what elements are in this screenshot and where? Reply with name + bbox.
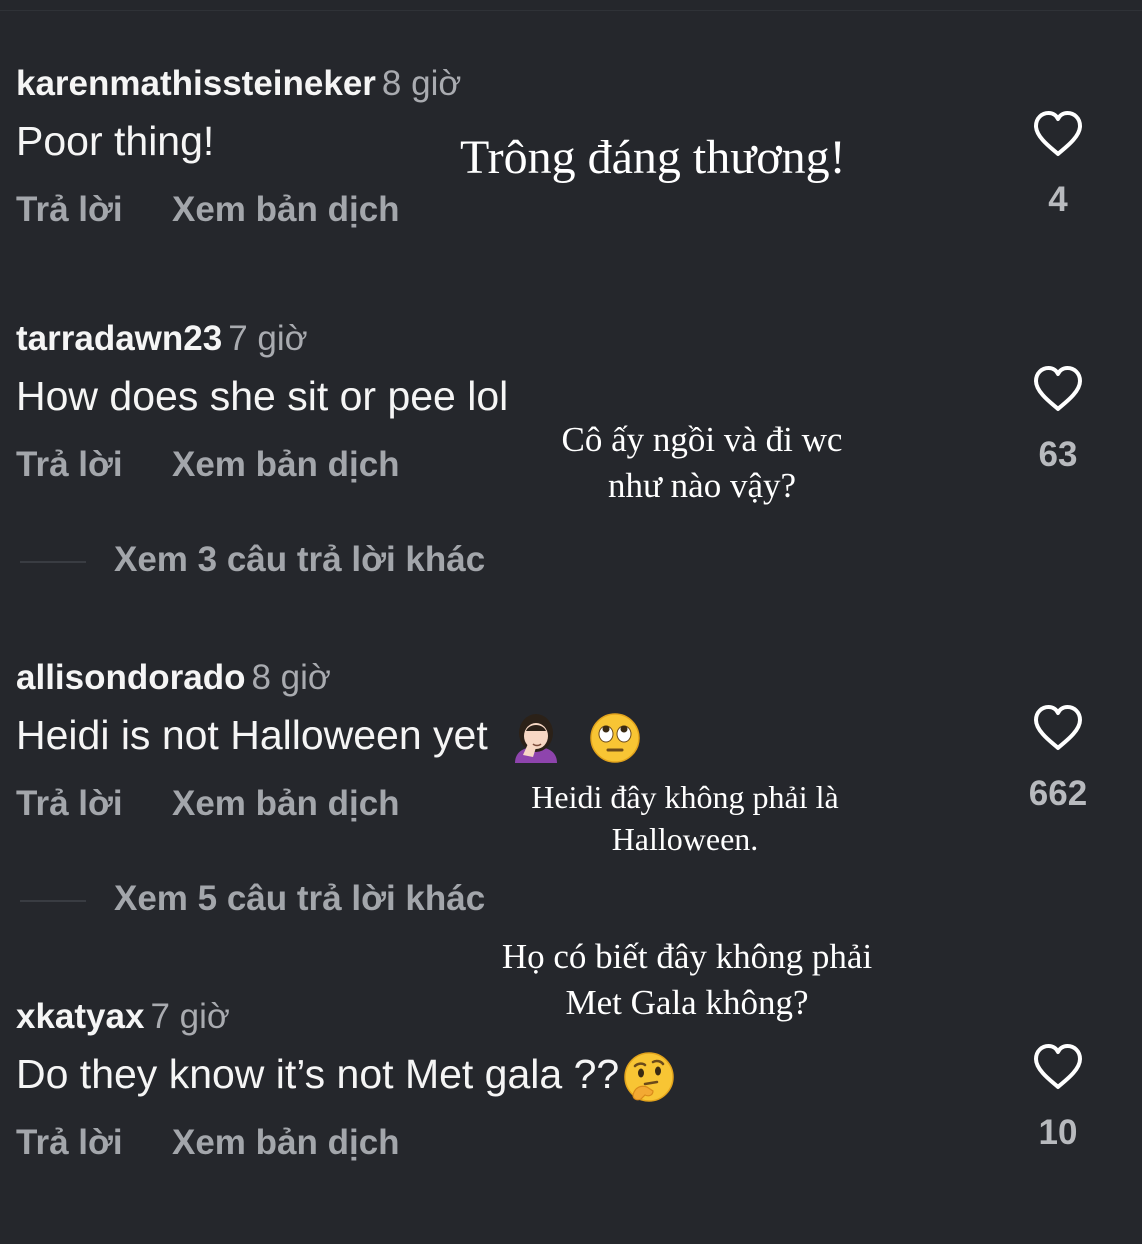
like-count: 63 [1038, 435, 1078, 474]
like-control: 63 [1026, 365, 1090, 475]
comment-text-row: Do they know it’s not Met gala ?? [16, 1049, 675, 1103]
comment-username[interactable]: karenmathissteineker [16, 64, 376, 103]
view-more-replies-label: Xem 5 câu trả lời khác [114, 879, 486, 918]
replies-divider [20, 560, 86, 563]
reply-button[interactable]: Trả lời [16, 190, 172, 230]
translation-overlay-1: Trông đáng thương! [460, 130, 846, 186]
comment-actions: Trả lời Xem bản dịch [16, 1123, 400, 1163]
like-count: 4 [1048, 180, 1068, 219]
translation-line: Heidi đây không phải là [531, 779, 839, 815]
comment-actions: Trả lời Xem bản dịch [16, 445, 400, 485]
comment-actions: Trả lời Xem bản dịch [16, 784, 400, 824]
see-translation-button[interactable]: Xem bản dịch [172, 1123, 400, 1163]
translation-line: như nào vậy? [607, 466, 797, 505]
top-divider [0, 10, 1142, 11]
translation-overlay-3: Heidi đây không phải là Halloween. [520, 776, 850, 860]
translation-text: Trông đáng thương! [460, 131, 846, 184]
heart-icon[interactable] [1032, 704, 1084, 752]
replies-divider [20, 899, 86, 902]
like-count: 10 [1038, 1113, 1078, 1152]
thinking-face-emoji [624, 1052, 674, 1102]
view-more-replies-button[interactable]: Xem 5 câu trả lời khác [20, 879, 485, 919]
reply-button[interactable]: Trả lời [16, 445, 172, 485]
comment-header: karenmathissteineker 8 giờ [16, 64, 461, 104]
comment-text-row: Heidi is not Halloween yet [16, 710, 641, 765]
translation-line: Met Gala không? [565, 983, 809, 1022]
comment-time: 7 giờ [150, 997, 230, 1036]
see-translation-button[interactable]: Xem bản dịch [172, 784, 400, 824]
facepalm-woman-emoji [515, 714, 558, 764]
like-control: 4 [1026, 110, 1090, 220]
like-control: 662 [1026, 704, 1090, 814]
comment-header: tarradawn23 7 giờ [16, 319, 308, 359]
translation-line: Cô ấy ngồi và đi wc [561, 420, 843, 459]
translation-overlay-4: Họ có biết đây không phải Met Gala không… [490, 934, 884, 1026]
comment-text: Poor thing! [16, 118, 215, 164]
view-more-replies-label: Xem 3 câu trả lời khác [114, 540, 486, 579]
translation-line: Họ có biết đây không phải [501, 937, 873, 976]
comment-header: xkatyax 7 giờ [16, 997, 230, 1037]
comment-time: 7 giờ [228, 319, 308, 358]
comment-time: 8 giờ [251, 658, 331, 697]
heart-icon[interactable] [1032, 1043, 1084, 1091]
like-count: 662 [1028, 774, 1088, 813]
see-translation-button[interactable]: Xem bản dịch [172, 445, 400, 485]
comment-username[interactable]: tarradawn23 [16, 319, 222, 358]
eye-roll-emoji [589, 713, 640, 763]
heart-icon[interactable] [1032, 110, 1084, 158]
comment-header: allisondorado 8 giờ [16, 658, 331, 698]
comment-text: Heidi is not Halloween yet [16, 712, 488, 758]
comment-text: Do they know it’s not Met gala ?? [16, 1051, 620, 1097]
comment-actions: Trả lời Xem bản dịch [16, 190, 400, 230]
comment-time: 8 giờ [381, 64, 462, 103]
comment-username[interactable]: allisondorado [16, 658, 245, 697]
like-control: 10 [1026, 1043, 1090, 1153]
heart-icon[interactable] [1032, 365, 1084, 413]
comment-username[interactable]: xkatyax [16, 997, 144, 1036]
reply-button[interactable]: Trả lời [16, 784, 172, 824]
comment-text: How does she sit or pee lol [16, 373, 509, 419]
translation-line: Halloween. [611, 821, 759, 857]
see-translation-button[interactable]: Xem bản dịch [172, 190, 400, 230]
reply-button[interactable]: Trả lời [16, 1123, 172, 1163]
view-more-replies-button[interactable]: Xem 3 câu trả lời khác [20, 540, 485, 580]
translation-overlay-2: Cô ấy ngồi và đi wc như nào vậy? [552, 417, 852, 509]
